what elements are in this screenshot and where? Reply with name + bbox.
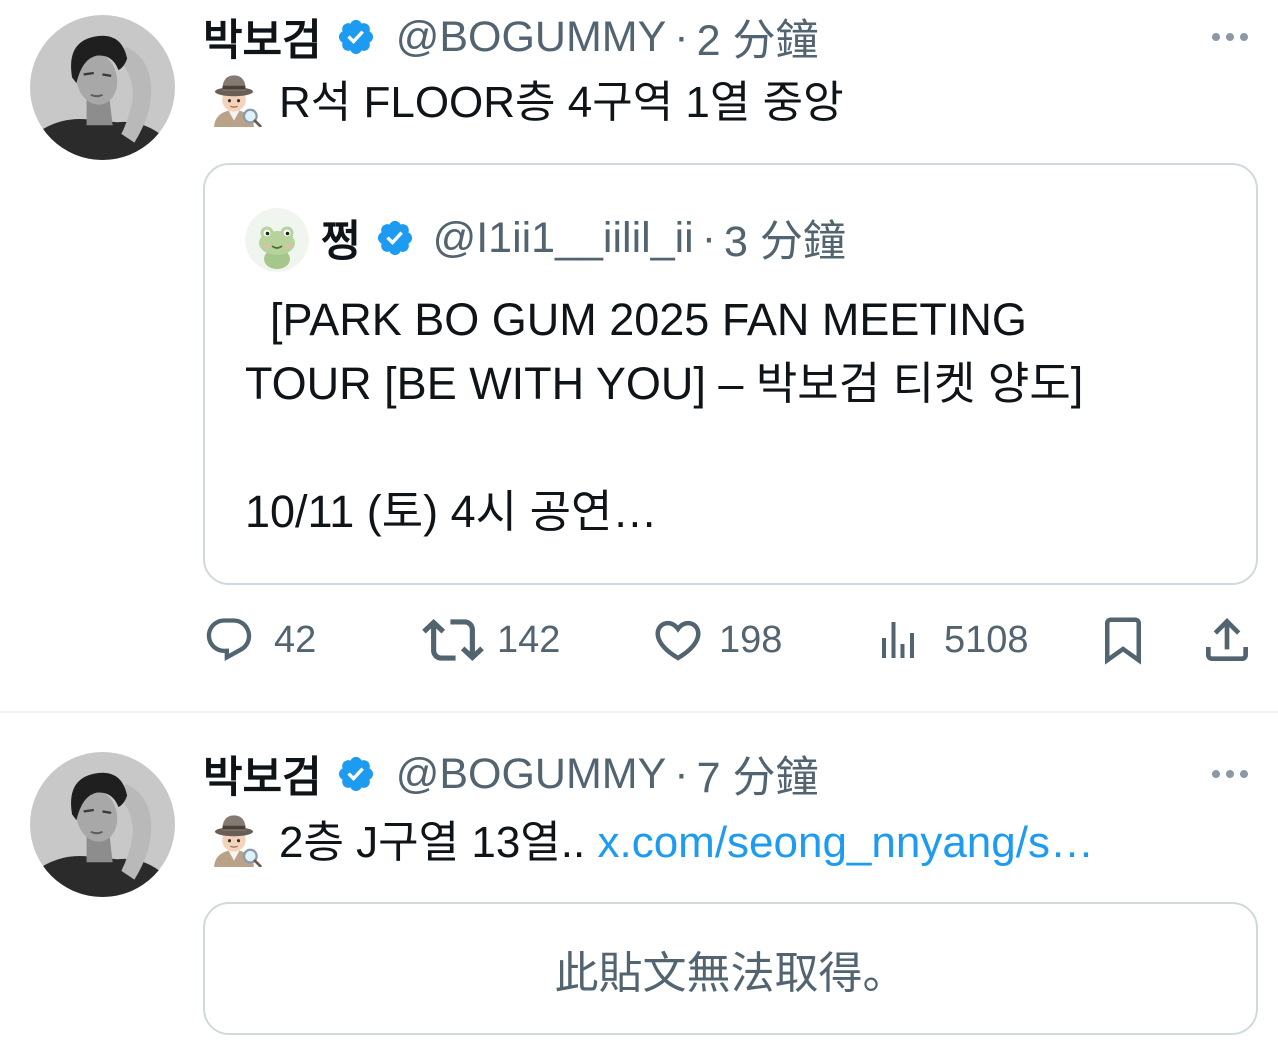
tweet-link[interactable]: x.com/seong_nnyang/s… — [597, 818, 1094, 867]
avatar[interactable] — [30, 752, 175, 897]
reply-icon[interactable] — [203, 614, 255, 666]
reply-button[interactable]: 42 — [203, 612, 316, 668]
views-button[interactable]: 5108 — [874, 612, 1029, 668]
author-handle[interactable]: @BOGUMMY — [396, 13, 667, 62]
separator-dot: · — [701, 213, 717, 262]
tweet-text-content: R석 FLOOR층 4구역 1열 중앙 — [279, 78, 844, 127]
tweet-header: 박보검 @BOGUMMY · 7 分鐘 — [203, 743, 819, 805]
verified-badge-icon — [375, 218, 415, 258]
views-count: 5108 — [944, 618, 1029, 661]
detective-emoji-icon — [205, 69, 263, 127]
unavailable-post-notice: 此貼文無法取得。 — [203, 902, 1258, 1035]
quoted-tweet[interactable]: 쩡 @I1ii1__iilil_ii · 3 分鐘 [PARK BO GUM 2… — [203, 163, 1258, 585]
quoted-tweet-header: 쩡 @I1ii1__iilil_ii · 3 分鐘 — [321, 210, 846, 267]
tweet-text: 2층 J구열 13열.. x.com/seong_nnyang/s… — [205, 808, 1094, 868]
views-icon[interactable] — [874, 616, 922, 664]
author-name[interactable]: 박보검 — [203, 6, 322, 68]
reply-count: 42 — [274, 618, 317, 661]
author-handle[interactable]: @BOGUMMY — [396, 750, 667, 799]
tweet-text: R석 FLOOR층 4구역 1열 중앙 — [205, 68, 844, 128]
tweet-header: 박보검 @BOGUMMY · 2 分鐘 — [203, 6, 819, 68]
tweet-text-plain: 2층 J구열 13열.. — [279, 818, 586, 867]
share-button[interactable] — [1199, 612, 1255, 668]
like-count: 198 — [719, 618, 783, 661]
more-options-icon[interactable] — [1206, 13, 1254, 61]
detective-emoji-icon — [205, 809, 263, 867]
share-icon[interactable] — [1199, 612, 1255, 668]
repost-count: 142 — [497, 618, 561, 661]
tweet-text-content: 2층 J구열 13열.. x.com/seong_nnyang/s… — [279, 806, 1094, 870]
avatar[interactable] — [30, 15, 175, 160]
quoted-author-name: 쩡 — [321, 218, 361, 266]
repost-icon[interactable] — [422, 609, 484, 671]
separator-dot: · — [674, 12, 689, 61]
quoted-timestamp: 3 分鐘 — [724, 218, 846, 266]
verified-badge-icon[interactable] — [336, 17, 376, 57]
timeline: 박보검 @BOGUMMY · 2 分鐘 R석 FLOOR층 4구역 1열 중앙 … — [0, 0, 1278, 1046]
separator-dot: · — [674, 749, 689, 798]
timestamp[interactable]: 7 分鐘 — [697, 743, 819, 805]
timestamp[interactable]: 2 分鐘 — [697, 6, 819, 68]
verified-badge-icon[interactable] — [336, 754, 376, 794]
action-bar: 42 142 198 5108 — [0, 612, 1278, 668]
heart-icon[interactable] — [651, 613, 705, 667]
tweet[interactable]: 박보검 @BOGUMMY · 2 分鐘 R석 FLOOR층 4구역 1열 중앙 … — [0, 0, 1278, 711]
bookmark-button[interactable] — [1096, 612, 1150, 668]
bookmark-icon[interactable] — [1096, 613, 1150, 667]
quoted-author-handle: @I1ii1__iilil_ii — [432, 213, 694, 262]
quoted-tweet-text: [PARK BO GUM 2025 FAN MEETING TOUR [BE W… — [245, 294, 1084, 537]
author-name[interactable]: 박보검 — [203, 743, 322, 805]
quoted-avatar[interactable] — [245, 208, 309, 272]
like-button[interactable]: 198 — [651, 612, 782, 668]
more-options-icon[interactable] — [1206, 750, 1254, 798]
repost-button[interactable]: 142 — [422, 612, 560, 668]
tweet[interactable]: 박보검 @BOGUMMY · 7 分鐘 2층 J구열 13열.. x.com/s… — [0, 713, 1278, 1046]
